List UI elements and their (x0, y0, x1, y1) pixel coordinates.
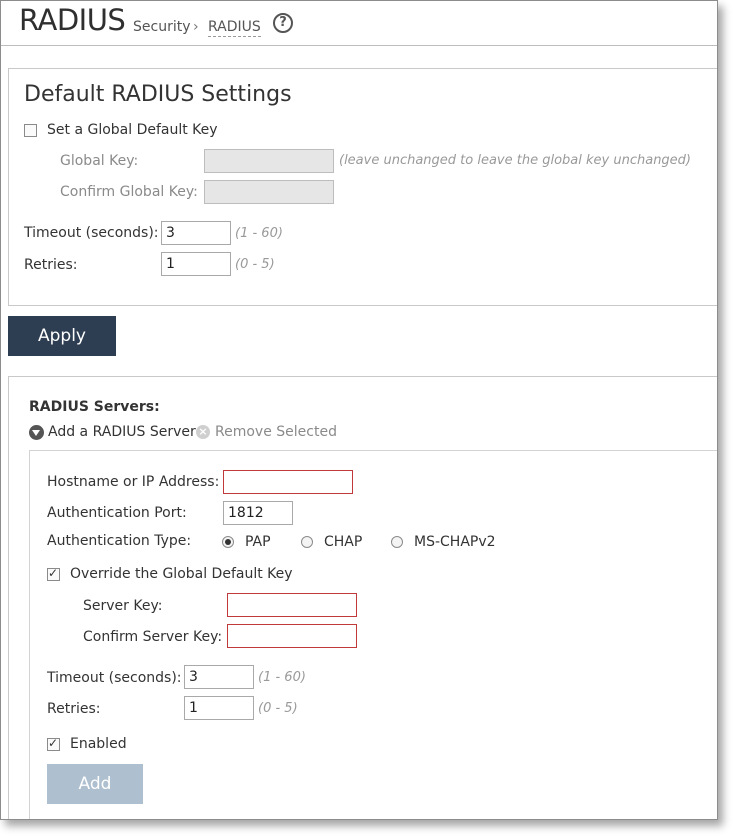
default-retries-label: Retries: (24, 257, 78, 273)
hostname-label: Hostname or IP Address: (47, 474, 220, 490)
radius-page: RADIUS Security › RADIUS ? Default RADIU… (0, 0, 718, 820)
auth-port-label: Authentication Port: (47, 505, 187, 521)
default-timeout-label: Timeout (seconds): (24, 225, 159, 241)
enabled-label: Enabled (70, 736, 127, 752)
chevron-down-circle-icon[interactable] (29, 425, 44, 440)
remove-icon: × (196, 425, 210, 439)
auth-type-chap-label: CHAP (324, 534, 363, 550)
add-radius-server-button[interactable]: Add a RADIUS Server (48, 424, 196, 440)
confirm-server-key-label: Confirm Server Key: (83, 629, 223, 645)
default-timeout-field[interactable]: 3 (161, 221, 231, 245)
server-key-input[interactable] (227, 593, 357, 617)
help-icon[interactable]: ? (273, 13, 293, 33)
page-header: RADIUS Security › RADIUS ? (1, 1, 717, 46)
breadcrumb-separator: › (193, 19, 199, 35)
global-key-field[interactable] (204, 149, 334, 173)
auth-type-mschapv2-label: MS-CHAPv2 (414, 534, 496, 550)
auth-type-pap-radio[interactable] (222, 536, 234, 548)
override-key-checkbox[interactable] (47, 566, 60, 581)
server-retries-hint: (0 - 5) (258, 701, 298, 716)
server-timeout-hint: (1 - 60) (258, 670, 306, 685)
default-timeout-hint: (1 - 60) (235, 226, 283, 241)
add-server-button[interactable]: Add (47, 764, 143, 804)
set-global-key-label: Set a Global Default Key (47, 122, 218, 138)
server-key-label: Server Key: (83, 598, 163, 614)
breadcrumb-security[interactable]: Security (133, 19, 191, 35)
auth-type-mschapv2-radio[interactable] (391, 536, 403, 548)
override-key-label: Override the Global Default Key (70, 566, 293, 582)
auth-type-chap-radio[interactable] (301, 536, 313, 548)
global-key-label: Global Key: (60, 153, 139, 169)
auth-port-input[interactable]: 1812 (223, 501, 293, 525)
auth-type-label: Authentication Type: (47, 533, 192, 549)
global-key-hint: (leave unchanged to leave the global key… (339, 153, 692, 168)
confirm-global-key-label: Confirm Global Key: (60, 184, 198, 200)
server-timeout-label: Timeout (seconds): (47, 670, 182, 686)
server-timeout-input[interactable]: 3 (184, 665, 254, 689)
server-retries-label: Retries: (47, 701, 101, 717)
server-retries-input[interactable]: 1 (184, 696, 254, 720)
hostname-input[interactable] (223, 470, 353, 494)
default-settings-heading: Default RADIUS Settings (24, 82, 292, 107)
enabled-checkbox[interactable] (47, 736, 60, 751)
remove-selected-button[interactable]: Remove Selected (215, 424, 337, 440)
auth-type-pap-label: PAP (245, 534, 271, 550)
set-global-key-checkbox[interactable] (24, 124, 37, 137)
confirm-server-key-input[interactable] (227, 624, 357, 648)
page-title: RADIUS (19, 3, 126, 37)
confirm-global-key-field[interactable] (204, 180, 334, 204)
default-retries-field[interactable]: 1 (161, 252, 231, 276)
radius-servers-heading: RADIUS Servers: (29, 399, 160, 415)
apply-button[interactable]: Apply (8, 316, 116, 356)
default-retries-hint: (0 - 5) (235, 257, 275, 272)
breadcrumb-radius[interactable]: RADIUS (208, 19, 261, 37)
